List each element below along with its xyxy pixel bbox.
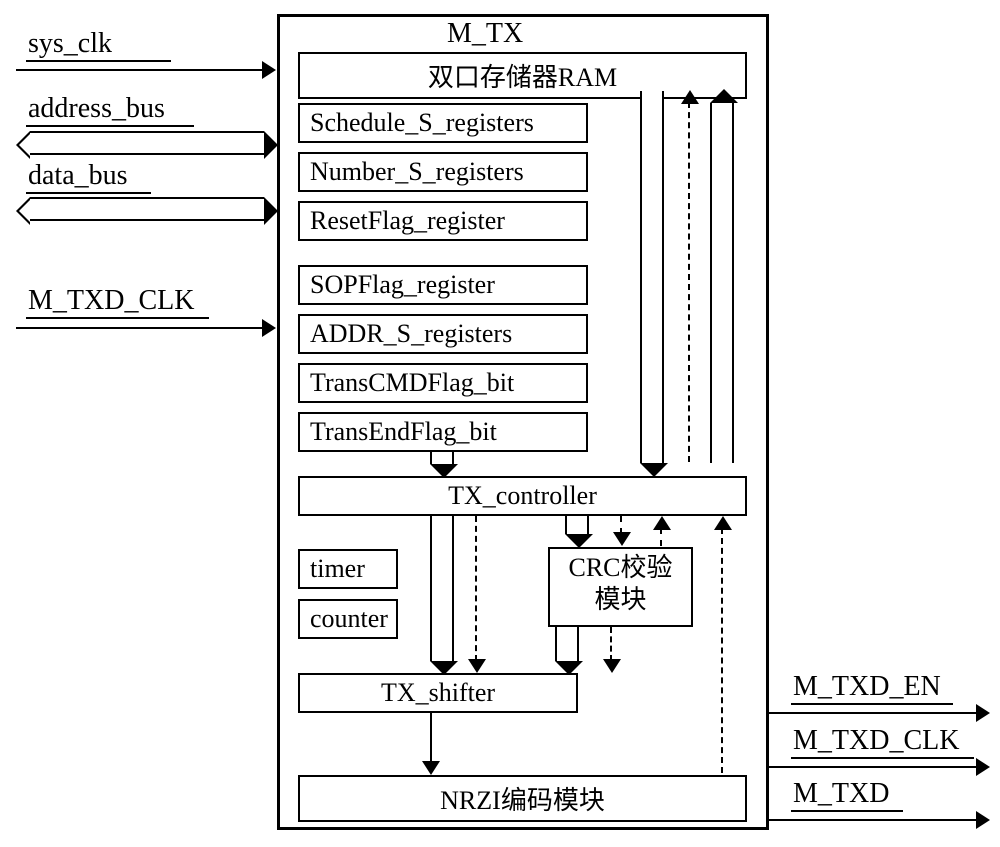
underline	[791, 810, 903, 812]
counter-block: counter	[298, 599, 398, 639]
controller-up-arrow	[710, 103, 734, 463]
underline	[26, 317, 209, 319]
sys-clk-arrow	[16, 69, 264, 71]
ctrl-crc-dash	[620, 516, 622, 534]
nrzi-block: NRZI编码模块	[298, 775, 747, 822]
schedule-block: Schedule_S_registers	[298, 103, 588, 143]
crc-to-shifter	[555, 627, 579, 661]
timer-block: timer	[298, 549, 398, 589]
shifter-block: TX_shifter	[298, 673, 578, 713]
dash-up-1	[688, 102, 690, 462]
ctrl-to-shifter-1	[430, 516, 454, 661]
m-txd-label: M_TXD	[793, 778, 889, 810]
address-bus-label: address_bus	[28, 93, 165, 125]
m-txd-arrow	[769, 819, 978, 821]
m-txd-clk-in-label: M_TXD_CLK	[28, 285, 194, 317]
crc-ctrl-dash-up	[660, 528, 662, 546]
m-txd-clk-out-label: M_TXD_CLK	[793, 725, 959, 757]
number-block: Number_S_registers	[298, 152, 588, 192]
ctrl-dash-down	[475, 516, 477, 661]
underline	[26, 60, 171, 62]
underline	[791, 757, 974, 759]
address-bus-arrow	[30, 131, 264, 155]
ram-block: 双口存储器RAM	[298, 52, 747, 99]
main-title: M_TX	[447, 18, 523, 50]
transend-block: TransEndFlag_bit	[298, 412, 588, 452]
transcmd-block: TransCMDFlag_bit	[298, 363, 588, 403]
data-bus-arrow	[30, 197, 264, 221]
shifter-to-nrzi	[430, 713, 432, 763]
underline	[791, 703, 953, 705]
reg-to-ctrl-arrow	[430, 452, 454, 464]
m-txd-clk-in-arrow	[16, 327, 264, 329]
resetflag-block: ResetFlag_register	[298, 201, 588, 241]
m-txd-clk-out-arrow	[769, 766, 978, 768]
controller-block: TX_controller	[298, 476, 747, 516]
crc-shifter-dash	[610, 627, 612, 661]
nrzi-up-dash	[721, 528, 723, 773]
data-bus-label: data_bus	[28, 160, 128, 192]
m-txd-en-label: M_TXD_EN	[793, 671, 941, 703]
ctrl-to-crc	[565, 516, 589, 534]
sys-clk-label: sys_clk	[28, 28, 112, 60]
crc-block: CRC校验模块	[548, 547, 693, 627]
m-txd-en-arrow	[769, 712, 978, 714]
ram-down-arrow	[640, 91, 664, 463]
underline	[26, 125, 194, 127]
underline	[26, 192, 151, 194]
sopflag-block: SOPFlag_register	[298, 265, 588, 305]
addr-block: ADDR_S_registers	[298, 314, 588, 354]
